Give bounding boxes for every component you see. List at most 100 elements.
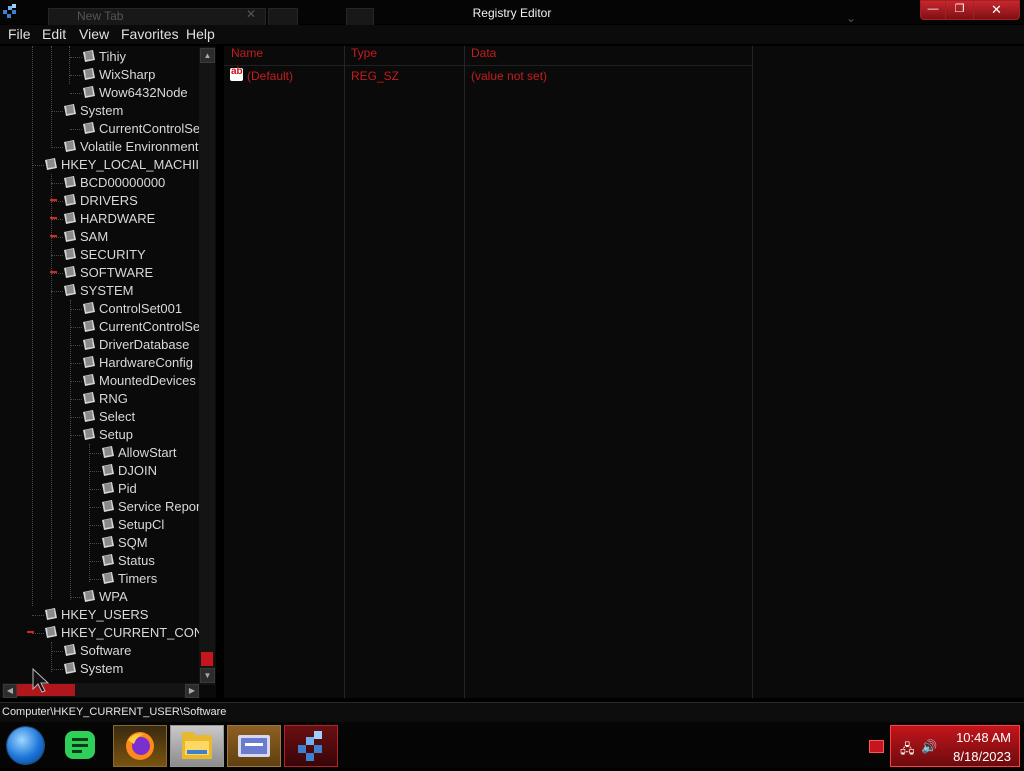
column-separator[interactable]	[344, 46, 345, 698]
column-separator[interactable]	[752, 46, 753, 698]
tree-connector	[51, 219, 63, 220]
clock-time[interactable]: 10:48 AM	[956, 730, 1011, 745]
tray-notification-flag-icon[interactable]	[869, 740, 884, 753]
title-bar[interactable]: New Tab ✕ ⌄ Registry Editor — ❐ ✕	[0, 0, 1024, 25]
folder-icon	[83, 122, 95, 134]
taskbar-remote-desktop-button[interactable]	[227, 725, 281, 767]
close-button[interactable]: ✕	[973, 0, 1020, 20]
folder-icon	[45, 626, 57, 638]
menu-view[interactable]: View	[79, 26, 109, 42]
minimize-button[interactable]: —	[920, 0, 946, 20]
folder-icon	[83, 86, 95, 98]
scroll-up-arrow-icon[interactable]: ▲	[200, 48, 215, 63]
expand-marker	[50, 217, 57, 219]
folder-icon	[83, 410, 95, 422]
taskbar-regedit-button[interactable]	[284, 725, 338, 767]
tree-connector	[51, 201, 63, 202]
expand-marker	[50, 235, 57, 237]
tree-connector	[70, 345, 82, 346]
tree-node-label: HardwareConfig	[99, 355, 193, 370]
folder-icon	[102, 536, 114, 548]
system-tray[interactable]: 🖧 🔊 10:48 AM 8/18/2023	[890, 725, 1020, 767]
folder-icon	[83, 338, 95, 350]
tree-node-label: Select	[99, 409, 136, 424]
tree-connector	[70, 597, 82, 598]
tree-connector	[51, 147, 63, 148]
tree-node-label: RNG	[99, 391, 128, 406]
folder-icon	[83, 50, 95, 62]
vertical-scroll-thumb[interactable]	[201, 652, 213, 666]
folder-icon	[102, 554, 114, 566]
folder-icon	[64, 140, 76, 152]
tree-connector	[89, 507, 101, 508]
tree-node-label: AllowStart	[118, 445, 177, 460]
column-header-type[interactable]: Type	[351, 46, 377, 65]
firefox-icon	[126, 732, 154, 760]
pane-splitter[interactable]	[216, 46, 224, 698]
tree-connector	[89, 579, 101, 580]
folder-icon	[83, 428, 95, 440]
menu-favorites[interactable]: Favorites	[121, 26, 179, 42]
scroll-left-arrow-icon[interactable]: ◀	[3, 684, 17, 698]
remote-desktop-icon	[238, 735, 270, 757]
expand-marker	[50, 199, 57, 201]
tree-node-label: System	[80, 661, 124, 676]
folder-icon	[83, 68, 95, 80]
tree-node-label: DRIVERS	[80, 193, 138, 208]
folder-icon	[102, 500, 114, 512]
tree-connector	[70, 75, 82, 76]
start-orb-icon[interactable]	[7, 727, 44, 764]
scroll-right-arrow-icon[interactable]: ▶	[185, 684, 199, 698]
column-header-data[interactable]: Data	[471, 46, 496, 65]
volume-icon[interactable]: 🔊	[921, 739, 937, 755]
tree-node-label: Wow6432Node	[99, 85, 188, 100]
clock-date[interactable]: 8/18/2023	[953, 749, 1011, 764]
value-name: (Default)	[247, 69, 294, 83]
tree-connector	[89, 561, 101, 562]
expand-marker	[50, 271, 57, 273]
folder-icon	[102, 446, 114, 458]
tree-connector	[51, 651, 63, 652]
registry-tree[interactable]: Tihiy WixSharp Wow6432Node System Curren…	[0, 46, 216, 698]
taskbar-explorer-button[interactable]	[170, 725, 224, 767]
maximize-button[interactable]: ❐	[945, 0, 974, 20]
tree-guide-line	[69, 46, 70, 84]
notes-app-icon	[65, 731, 95, 759]
network-icon[interactable]: 🖧	[900, 740, 915, 762]
tree-node-label: BCD00000000	[80, 175, 166, 190]
tree-node-label: ControlSet001	[99, 301, 183, 316]
folder-icon	[64, 104, 76, 116]
taskbar: 🖧 🔊 10:48 AM 8/18/2023	[0, 722, 1024, 768]
menu-help[interactable]: Help	[186, 26, 215, 42]
tree-node-label: HKEY_CURRENT_CON	[61, 625, 204, 640]
tree-node-label: Pid	[118, 481, 137, 496]
tree-node-label: Setup	[99, 427, 133, 442]
column-separator[interactable]	[464, 46, 465, 698]
folder-icon	[64, 644, 76, 656]
column-header-name[interactable]: Name	[231, 46, 263, 65]
tree-connector	[32, 633, 44, 634]
taskbar-notes-button[interactable]	[57, 725, 109, 765]
menu-edit[interactable]: Edit	[42, 26, 66, 42]
taskbar-firefox-button[interactable]	[113, 725, 167, 767]
tree-connector	[70, 435, 82, 436]
menu-file[interactable]: File	[8, 26, 31, 42]
folder-icon	[64, 248, 76, 260]
tree-connector	[51, 111, 63, 112]
tree-connector	[70, 129, 82, 130]
folder-icon	[83, 356, 95, 368]
folder-icon	[83, 392, 95, 404]
value-type: REG_SZ	[351, 69, 400, 83]
tree-vertical-scrollbar[interactable]: ▲ ▼	[199, 47, 215, 685]
tree-node-label: DriverDatabase	[99, 337, 190, 352]
tree-node-label: Service Repor	[118, 499, 201, 514]
header-divider	[224, 65, 752, 66]
file-explorer-icon	[182, 732, 212, 759]
tree-node-label: Status	[118, 553, 155, 568]
tree-connector	[51, 255, 63, 256]
tree-connector	[70, 399, 82, 400]
values-list[interactable]: Name Type Data ab (Default) REG_SZ (valu…	[224, 46, 1024, 698]
scroll-down-arrow-icon[interactable]: ▼	[200, 668, 215, 683]
tree-node-label: Volatile Environment	[80, 139, 199, 154]
mouse-cursor-icon	[32, 668, 50, 693]
